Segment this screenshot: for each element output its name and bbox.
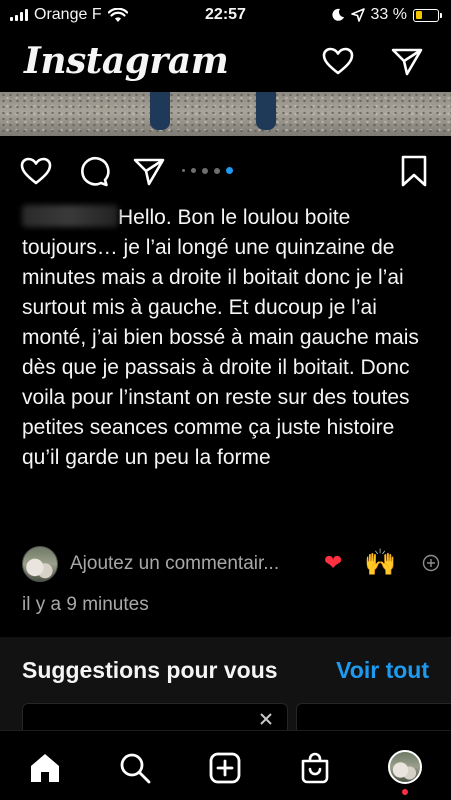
- battery-percent: 33 %: [370, 6, 407, 23]
- bookmark-icon[interactable]: [397, 154, 431, 188]
- create-icon[interactable]: [208, 751, 242, 785]
- direct-message-icon[interactable]: [390, 44, 424, 78]
- post-caption: Hello. Bon le loulou boite toujours… je …: [22, 203, 432, 473]
- photo-leg-left: [150, 92, 170, 130]
- photo-texture: [0, 92, 451, 136]
- share-icon[interactable]: [132, 154, 166, 188]
- photo-leg-right: [256, 92, 276, 130]
- see-all-link[interactable]: Voir tout: [336, 657, 429, 684]
- carousel-dot: [182, 169, 185, 172]
- heart-icon[interactable]: [321, 44, 355, 78]
- like-icon[interactable]: [19, 154, 53, 188]
- comment-icon[interactable]: [76, 154, 110, 188]
- carousel-dot: [191, 168, 196, 173]
- redacted-username[interactable]: [22, 205, 118, 227]
- user-avatar[interactable]: [22, 546, 58, 582]
- carousel-dot: [214, 167, 220, 174]
- post-timestamp: il y a 9 minutes: [22, 594, 149, 615]
- search-icon[interactable]: [118, 751, 152, 785]
- app-header: Instagram: [0, 30, 451, 92]
- add-emoji-icon[interactable]: [422, 554, 440, 572]
- caption-text: Hello. Bon le loulou boite toujours… je …: [22, 206, 419, 469]
- carousel-dot: [202, 167, 208, 174]
- moon-icon: [331, 8, 344, 21]
- status-bar: Orange F 22:57 33 %: [0, 0, 451, 30]
- status-right: 33 %: [331, 6, 442, 24]
- instagram-logo[interactable]: Instagram: [24, 40, 229, 82]
- heart-emoji-reaction[interactable]: ❤: [324, 550, 342, 576]
- profile-avatar[interactable]: [388, 750, 422, 784]
- location-arrow-icon: [350, 8, 365, 22]
- post-action-bar: [0, 150, 451, 194]
- battery-icon: [413, 8, 442, 22]
- carousel-dot-active: [226, 167, 233, 174]
- post-image[interactable]: [0, 92, 451, 136]
- notification-dot: [402, 789, 408, 795]
- close-icon[interactable]: [259, 712, 273, 726]
- shop-icon[interactable]: [298, 751, 332, 785]
- raised-hands-emoji-reaction[interactable]: 🙌: [364, 548, 396, 578]
- home-icon[interactable]: [28, 751, 62, 785]
- add-comment-row: Ajoutez un commentair... ❤ 🙌: [22, 544, 440, 584]
- suggestions-title: Suggestions pour vous: [22, 657, 278, 683]
- comment-input[interactable]: Ajoutez un commentair...: [70, 553, 279, 575]
- carousel-indicator: [182, 167, 233, 174]
- bottom-tab-bar: [0, 730, 451, 800]
- battery-fill: [415, 11, 423, 19]
